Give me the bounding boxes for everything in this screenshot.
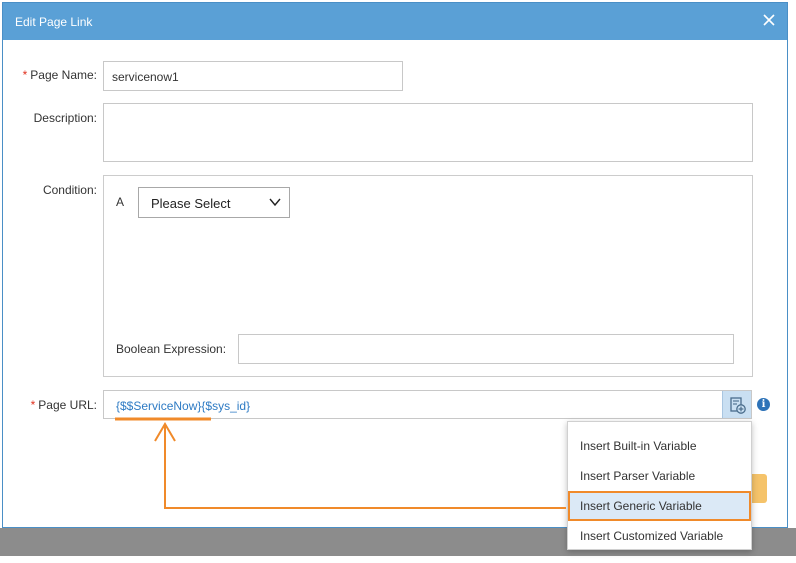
description-textarea[interactable]: [103, 103, 753, 162]
info-icon[interactable]: i: [757, 398, 770, 411]
required-marker: *: [22, 68, 28, 82]
boolean-expression-label: Boolean Expression:: [116, 342, 227, 356]
condition-select-value: Please Select: [151, 196, 231, 211]
condition-row-letter: A: [116, 195, 125, 209]
dialog-title: Edit Page Link: [15, 15, 93, 29]
insert-variable-button[interactable]: [722, 391, 751, 418]
condition-label: Condition:: [42, 183, 97, 197]
page-url-label: * Page URL:: [20, 398, 97, 412]
page-name-label: * Page Name:: [20, 68, 97, 82]
insert-variable-icon: [730, 397, 746, 414]
page-name-input[interactable]: servicenow1: [103, 61, 403, 91]
insert-variable-menu: Insert Built-in Variable Insert Parser V…: [567, 421, 752, 550]
page-url-value: {$$ServiceNow}{$sys_id}: [116, 399, 251, 413]
dialog-titlebar: Edit Page Link: [3, 3, 787, 40]
page-name-value: servicenow1: [112, 70, 179, 84]
menu-item-insert-built-in-variable[interactable]: Insert Built-in Variable: [568, 431, 751, 461]
description-label: Description:: [33, 111, 97, 125]
page-url-input[interactable]: {$$ServiceNow}{$sys_id}: [103, 390, 752, 419]
boolean-expression-input[interactable]: [238, 334, 734, 364]
close-icon: [763, 14, 775, 26]
page-url-label-text: Page URL:: [38, 398, 97, 412]
close-button[interactable]: [761, 12, 777, 28]
page-name-label-text: Page Name:: [30, 68, 97, 82]
save-button-partial[interactable]: [752, 474, 767, 503]
condition-select[interactable]: Please Select: [138, 187, 290, 218]
required-marker: *: [30, 398, 36, 412]
menu-item-insert-parser-variable[interactable]: Insert Parser Variable: [568, 461, 751, 491]
chevron-down-icon: [269, 198, 281, 207]
menu-item-insert-customized-variable[interactable]: Insert Customized Variable: [568, 521, 751, 551]
menu-item-insert-generic-variable[interactable]: Insert Generic Variable: [568, 491, 751, 521]
